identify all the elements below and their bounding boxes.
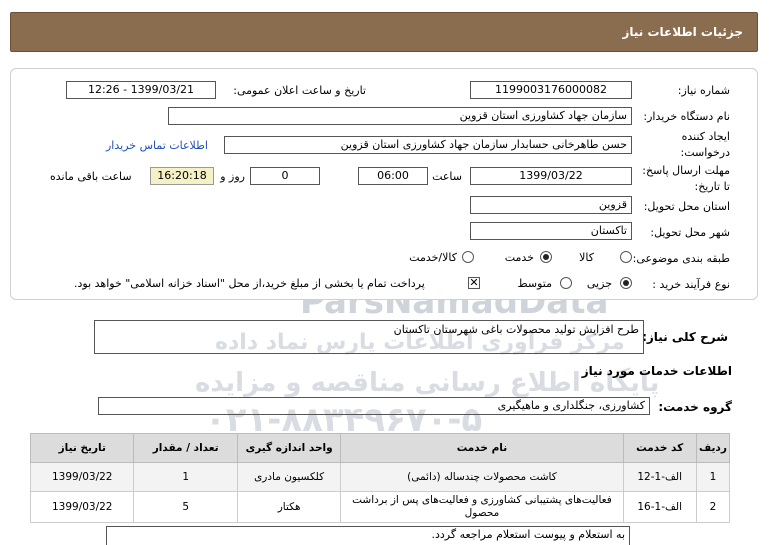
process-option-medium: متوسط [517,277,552,290]
category-radio-goods[interactable] [620,251,632,263]
page-header: جزئیات اطلاعات نیاز [10,12,758,52]
row-name: فعالیت‌های پشتیبانی کشاورزی و فعالیت‌های… [340,491,624,523]
announce-datetime-field: 1399/03/21 - 12:26 [66,81,216,99]
requester-label-2: درخواست: [680,146,730,159]
buyer-label: نام دستگاه خریدار: [643,110,730,123]
table-header-row: ردیف کد خدمت نام خدمت واحد اندازه گیری ت… [29,433,731,463]
row-name: کاشت محصولات چندساله (دائمی) [340,462,624,492]
row-unit: کلکسیون مادری [236,462,342,492]
category-option-service: خدمت [504,251,534,264]
process-option-minor: جزیی [586,277,612,290]
row-code: الف-1-16 [622,491,697,523]
col-qty: تعداد / مقدار [133,433,238,463]
need-number-field: 1199003176000082 [470,81,632,99]
requester-field: حسن طاهرخانی حسابدار سازمان جهاد کشاورزی… [224,136,632,154]
service-group-label: گروه خدمت: [658,400,732,414]
deadline-label-2: تا تاریخ: [694,180,730,193]
col-date: تاریخ نیاز [29,433,135,463]
table-row: 1 الف-1-12 کاشت محصولات چندساله (دائمی) … [29,462,731,492]
province-field: قزوین [470,196,632,214]
deadline-time-label: ساعت [432,170,462,183]
city-label: شهر محل تحویل: [650,226,730,239]
remaining-time-field: 16:20:18 [150,167,214,185]
category-option-goods: کالا [579,251,594,264]
buyer-field: سازمان جهاد کشاورزی استان قزوین [168,107,632,125]
row-date: 1399/03/22 [29,462,135,492]
col-index: ردیف [695,433,731,463]
row-qty: 1 [133,462,238,492]
category-radio-service[interactable] [540,251,552,263]
service-group-field: کشاورزی، جنگلداری و ماهیگیری [98,397,650,415]
buyer-notes-field: به استعلام و پیوست استعلام مراجعه گردد. [106,526,630,545]
services-section-title: اطلاعات خدمات مورد نیاز [581,364,732,378]
category-radio-goods-service[interactable] [462,251,474,263]
remaining-time-label: ساعت باقی مانده [50,170,132,183]
remaining-days-field: 0 [250,167,320,185]
deadline-label-1: مهلت ارسال پاسخ: [642,164,730,177]
buyer-contact-link[interactable]: اطلاعات تماس خریدار [106,139,208,152]
row-qty: 5 [133,491,238,523]
row-index: 2 [695,491,731,523]
col-name: نام خدمت [340,433,624,463]
col-code: کد خدمت [622,433,697,463]
city-field: تاکستان [470,222,632,240]
announce-datetime-label: تاریخ و ساعت اعلان عمومی: [233,84,366,97]
col-unit: واحد اندازه گیری [236,433,342,463]
row-index: 1 [695,462,731,492]
need-number-label: شماره نیاز: [677,84,730,97]
row-unit: هکتار [236,491,342,523]
category-label: طبقه بندی موضوعی: [632,252,730,265]
summary-field: طرح افزایش تولید محصولات باغی شهرستان تا… [94,320,644,354]
process-label: نوع فرآیند خرید : [652,278,730,291]
process-radio-minor[interactable] [620,277,632,289]
deadline-time-field: 06:00 [358,167,428,185]
table-row: 2 الف-1-16 فعالیت‌های پشتیبانی کشاورزی و… [29,491,731,523]
payment-note: پرداخت تمام یا بخشی از مبلغ خرید،از محل … [74,277,425,290]
province-label: استان محل تحویل: [643,200,730,213]
requester-label-1: ایجاد کننده [681,130,730,143]
services-table: ردیف کد خدمت نام خدمت واحد اندازه گیری ت… [29,433,731,523]
process-radio-medium[interactable] [560,277,572,289]
days-label: روز و [220,170,245,183]
treasury-checkbox[interactable]: ✕ [468,277,480,289]
deadline-date-field: 1399/03/22 [470,167,632,185]
category-option-goods-service: کالا/خدمت [409,251,457,264]
row-date: 1399/03/22 [29,491,135,523]
summary-label: شرح کلی نیاز: [642,330,728,344]
row-code: الف-1-12 [622,462,697,492]
page-title: جزئیات اطلاعات نیاز [622,25,743,39]
